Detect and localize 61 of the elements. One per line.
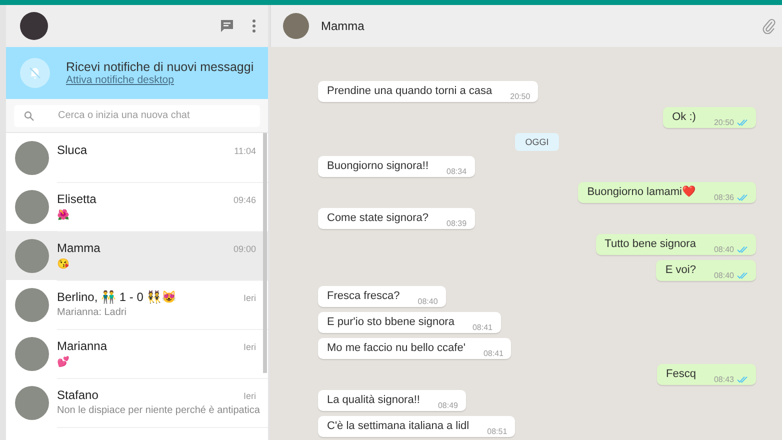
message-preview: 💕 [57,356,69,368]
chat-icon[interactable] [220,19,234,33]
contact-avatar [15,238,49,272]
message-preview: Non le dispiace per niente perché è antipatica [57,404,260,416]
message-time: 08:34 [446,167,467,176]
message-preview: 🌺 [57,210,69,220]
chat-time: 09:00 [233,244,256,254]
message-text: Fescq [666,367,696,382]
enable-notifications-link[interactable]: Attiva notifiche desktop [66,74,254,86]
message-time: 08:40 [418,297,438,306]
message-preview: 😘 [57,258,69,270]
paperclip-icon[interactable] [762,18,776,34]
message-text: Come state signora? [327,211,428,226]
contact-avatar[interactable] [283,13,309,39]
chat-time: 11:04 [234,146,256,156]
contact-avatar [15,140,49,174]
chat-list-item[interactable]: Mamma 09:00 😘 [6,231,268,280]
chat-title: Mamma [321,19,366,33]
message-time: 08:49 [438,401,458,410]
message-text: C'è la settimana italiana a lidl [327,419,470,434]
message-time: 08:41 [483,349,504,358]
notification-title: Ricevi notifiche di nuovi messaggi [66,60,254,74]
message-text: E voi? [665,263,696,278]
message-time: 20:50 [510,92,530,101]
message-text: E pur'io sto bbene signora [327,315,454,330]
contact-avatar [15,288,49,322]
message-time: 08:43 [714,375,734,384]
contact-avatar [15,336,49,370]
search-field[interactable]: Cerca o inizia una nuova chat [14,104,260,126]
message-time: 20:50 [714,118,734,127]
contact-name: Elisetta [57,192,98,206]
contact-name: Stafano [57,388,100,402]
message-time: 08:36 [714,193,734,202]
chat-time: Ieri [243,390,256,400]
chat-time: Ieri [243,342,256,352]
message-text: Buongiorno signora!! [327,159,429,174]
message-text: La qualità signora!! [327,393,420,408]
contact-avatar [15,190,49,224]
message-text: Buongiorno lamami❤ [587,185,696,200]
contact-name: Mamma [57,240,102,254]
message-time: 08:41 [472,323,492,332]
message-text: Mo me faccio nu bello ccafe' [327,341,466,356]
menu-icon[interactable] [252,19,256,33]
search-icon [24,110,34,120]
message-text: Ok :) [672,110,696,125]
profile-avatar[interactable] [20,12,48,40]
message-preview: Marianna: Ladri [57,306,126,318]
message-text: Tutto bene signora [604,237,696,252]
message-text: Fresca fresca? [327,289,400,304]
chat-time: 09:46 [233,194,256,204]
message-time: 08:51 [487,427,508,436]
chat-time: Ieri [243,292,256,302]
contact-name: Berlino, 👬 1 - 0 👯😻 [57,290,178,304]
bell-off-icon [20,58,50,88]
contact-name: Sluca [57,142,88,156]
message-time: 08:40 [714,245,734,254]
contact-avatar [15,386,49,420]
contact-name: Marianna [57,338,108,352]
message-time: 08:39 [446,219,467,228]
message-text: Prendine una quando torni a casa [327,84,492,99]
message-time: 08:40 [714,271,734,280]
